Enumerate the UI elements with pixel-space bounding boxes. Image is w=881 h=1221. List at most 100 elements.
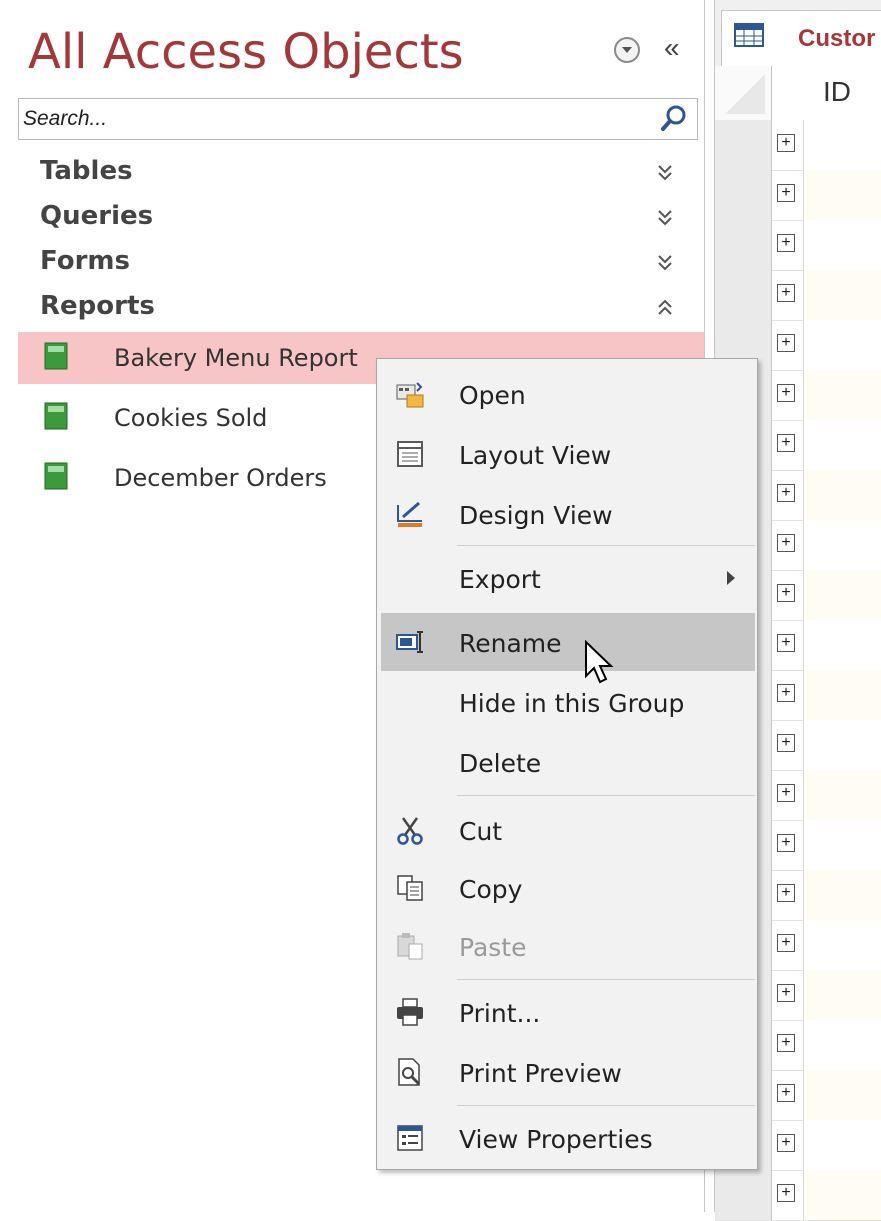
expand-subdatasheet-icon[interactable]: + <box>777 334 795 352</box>
table-row[interactable]: + <box>715 220 881 271</box>
menu-item-view-properties[interactable]: View Properties <box>381 1109 755 1167</box>
menu-item-layout-view[interactable]: Layout View <box>381 425 755 483</box>
menu-item-label: Paste <box>459 933 527 962</box>
menu-item-design-view[interactable]: Design View <box>381 485 755 543</box>
column-header-label: ID <box>823 76 851 107</box>
expand-subdatasheet-icon[interactable]: + <box>777 134 795 152</box>
table-cell-id[interactable] <box>803 820 881 870</box>
table-cell-id[interactable] <box>803 320 881 370</box>
menu-separator <box>457 545 755 546</box>
open-icon <box>396 382 424 408</box>
search-input[interactable] <box>23 105 643 133</box>
shutter-bar-collapse-icon[interactable]: « <box>664 32 680 64</box>
menu-item-delete[interactable]: Delete <box>381 733 755 791</box>
table-cell-id[interactable] <box>803 1120 881 1170</box>
menu-item-rename[interactable]: Rename <box>381 613 755 671</box>
chevron-double-up-icon[interactable] <box>654 297 676 319</box>
menu-item-label: Open <box>459 381 526 410</box>
menu-item-print[interactable]: Print... <box>381 983 755 1041</box>
record-selector[interactable] <box>715 120 772 170</box>
record-selector[interactable] <box>715 270 772 320</box>
printer-icon <box>397 998 423 1026</box>
nav-item-label: Bakery Menu Report <box>114 344 358 372</box>
search-icon[interactable] <box>659 103 689 133</box>
menu-item-label: Rename <box>459 629 562 658</box>
expand-subdatasheet-icon[interactable]: + <box>777 934 795 952</box>
menu-separator <box>457 979 755 980</box>
table-cell-id[interactable] <box>803 170 881 220</box>
menu-item-label: Design View <box>459 501 613 530</box>
expand-subdatasheet-icon[interactable]: + <box>777 1084 795 1102</box>
expand-subdatasheet-icon[interactable]: + <box>777 784 795 802</box>
design-view-icon <box>397 501 422 527</box>
table-row[interactable]: + <box>715 170 881 221</box>
group-header-queries[interactable]: Queries <box>40 201 690 241</box>
record-selector[interactable] <box>715 170 772 220</box>
expand-subdatasheet-icon[interactable]: + <box>777 834 795 852</box>
menu-item-copy[interactable]: Copy <box>381 859 755 917</box>
expand-subdatasheet-icon[interactable]: + <box>777 284 795 302</box>
menu-item-label: Print... <box>459 999 541 1028</box>
expand-subdatasheet-icon[interactable]: + <box>777 384 795 402</box>
table-cell-id[interactable] <box>803 870 881 920</box>
table-cell-id[interactable] <box>803 220 881 270</box>
table-cell-id[interactable] <box>803 620 881 670</box>
expand-subdatasheet-icon[interactable]: + <box>777 634 795 652</box>
menu-item-open[interactable]: Open <box>381 365 755 423</box>
menu-item-cut[interactable]: Cut <box>381 801 755 859</box>
table-cell-id[interactable] <box>803 970 881 1020</box>
group-header-reports[interactable]: Reports <box>40 291 690 331</box>
table-row[interactable]: + <box>715 270 881 321</box>
expand-subdatasheet-icon[interactable]: + <box>777 184 795 202</box>
expand-subdatasheet-icon[interactable]: + <box>777 584 795 602</box>
expand-subdatasheet-icon[interactable]: + <box>777 1184 795 1202</box>
table-cell-id[interactable] <box>803 720 881 770</box>
expand-subdatasheet-icon[interactable]: + <box>777 234 795 252</box>
table-cell-id[interactable] <box>803 770 881 820</box>
menu-item-paste[interactable]: Paste <box>381 917 755 975</box>
record-selector[interactable] <box>715 1170 772 1220</box>
table-cell-id[interactable] <box>803 420 881 470</box>
expand-subdatasheet-icon[interactable]: + <box>777 734 795 752</box>
expand-subdatasheet-icon[interactable]: + <box>777 684 795 702</box>
group-header-forms[interactable]: Forms <box>40 246 690 286</box>
table-cell-id[interactable] <box>803 270 881 320</box>
expand-subdatasheet-icon[interactable]: + <box>777 534 795 552</box>
table-cell-id[interactable] <box>803 570 881 620</box>
table-row[interactable]: + <box>715 1170 881 1221</box>
table-cell-id[interactable] <box>803 370 881 420</box>
report-icon <box>44 462 68 490</box>
table-cell-id[interactable] <box>803 1020 881 1070</box>
document-tab[interactable]: Custor <box>721 10 881 67</box>
menu-item-label: Layout View <box>459 441 612 470</box>
menu-item-label: Hide in this Group <box>459 689 685 718</box>
select-all-corner[interactable] <box>715 66 772 121</box>
menu-separator <box>457 795 755 796</box>
expand-subdatasheet-icon[interactable]: + <box>777 484 795 502</box>
table-cell-id[interactable] <box>803 470 881 520</box>
chevron-double-down-icon[interactable] <box>654 207 676 229</box>
table-cell-id[interactable] <box>803 1070 881 1120</box>
nav-pane-title[interactable]: All Access Objects <box>28 24 464 80</box>
table-cell-id[interactable] <box>803 920 881 970</box>
chevron-double-down-icon[interactable] <box>654 252 676 274</box>
expand-subdatasheet-icon[interactable]: + <box>777 1034 795 1052</box>
nav-options-dropdown-icon[interactable] <box>614 37 640 63</box>
menu-item-export[interactable]: Export <box>381 549 755 607</box>
table-cell-id[interactable] <box>803 1170 881 1220</box>
table-cell-id[interactable] <box>803 120 881 170</box>
menu-item-hide-in-group[interactable]: Hide in this Group <box>381 673 755 731</box>
menu-item-print-preview[interactable]: Print Preview <box>381 1043 755 1101</box>
table-row[interactable]: + <box>715 120 881 171</box>
column-header-id[interactable]: ID <box>803 66 881 121</box>
table-cell-id[interactable] <box>803 520 881 570</box>
table-cell-id[interactable] <box>803 670 881 720</box>
group-header-tables[interactable]: Tables <box>40 156 690 196</box>
group-label: Tables <box>40 156 133 186</box>
chevron-double-down-icon[interactable] <box>654 162 676 184</box>
expand-subdatasheet-icon[interactable]: + <box>777 434 795 452</box>
expand-subdatasheet-icon[interactable]: + <box>777 984 795 1002</box>
expand-subdatasheet-icon[interactable]: + <box>777 884 795 902</box>
record-selector[interactable] <box>715 220 772 270</box>
expand-subdatasheet-icon[interactable]: + <box>777 1134 795 1152</box>
